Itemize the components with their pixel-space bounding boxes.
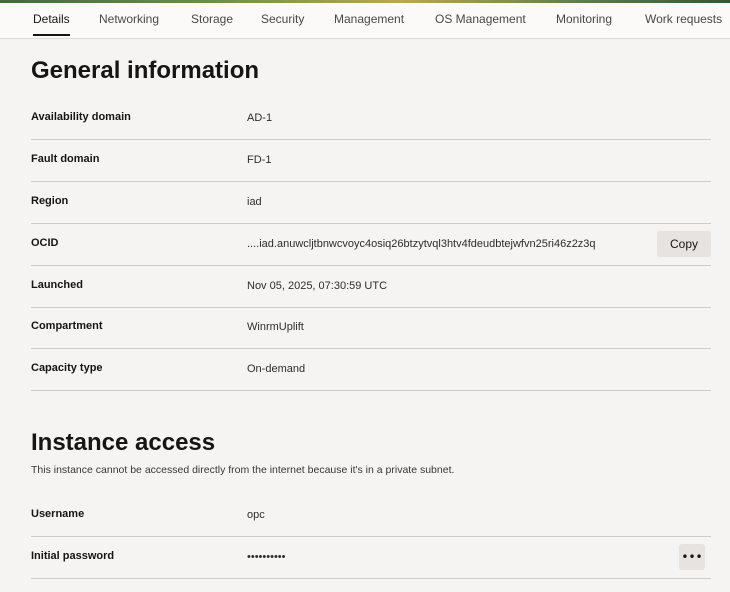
compartment-value[interactable]: WinrmUplift [247,321,304,333]
tab-networking[interactable]: Networking [99,12,159,26]
tab-monitoring[interactable]: Monitoring [556,12,612,26]
launched-value: Nov 05, 2025, 07:30:59 UTC [247,280,388,292]
fault-domain-label: Fault domain [31,153,100,165]
tab-management[interactable]: Management [334,12,404,26]
fault-domain-value: FD-1 [247,154,272,166]
initial-password-value: •••••••••• [247,551,286,563]
region-label: Region [31,195,69,207]
initial-password-label: Initial password [31,550,115,562]
fault-domain-row: Fault domain FD-1 [31,140,711,182]
copy-ocid-button[interactable]: Copy [657,231,711,257]
launched-label: Launched [31,279,83,291]
username-label: Username [31,508,85,520]
region-row: Region iad [31,182,711,224]
ocid-label: OCID [31,237,59,249]
launched-row: Launched Nov 05, 2025, 07:30:59 UTC [31,266,711,308]
initial-password-row: Initial password •••••••••• ••• [31,537,711,579]
region-value: iad [247,196,262,208]
capacity-type-label: Capacity type [31,362,103,374]
username-value: opc [247,509,265,521]
availability-domain-value: AD-1 [247,112,273,124]
ocid-row: OCID ....iad.anuwcljtbnwcvoyc4osiq26btzy… [31,224,711,266]
availability-domain-row: Availability domain AD-1 [31,98,711,140]
tab-security[interactable]: Security [261,12,304,26]
instance-access-heading: Instance access [31,429,216,456]
capacity-type-value: On-demand [247,363,306,375]
more-actions-button[interactable]: ••• [679,544,705,570]
availability-domain-label: Availability domain [31,111,131,123]
tab-details[interactable]: Details [33,12,70,36]
tab-bar: Details Networking Storage Security Mana… [0,3,730,39]
instance-access-description: This instance cannot be accessed directl… [31,464,455,476]
ocid-value: ....iad.anuwcljtbnwcvoyc4osiq26btzytvql3… [247,238,596,250]
compartment-row: Compartment WinrmUplift [31,307,711,349]
capacity-type-row: Capacity type On-demand [31,349,711,391]
username-row: Username opc [31,495,711,537]
compartment-label: Compartment [31,320,103,332]
tab-os-management[interactable]: OS Management [435,12,526,26]
general-information-heading: General information [31,57,260,84]
tab-storage[interactable]: Storage [191,12,233,26]
tab-work-requests[interactable]: Work requests [645,12,722,26]
